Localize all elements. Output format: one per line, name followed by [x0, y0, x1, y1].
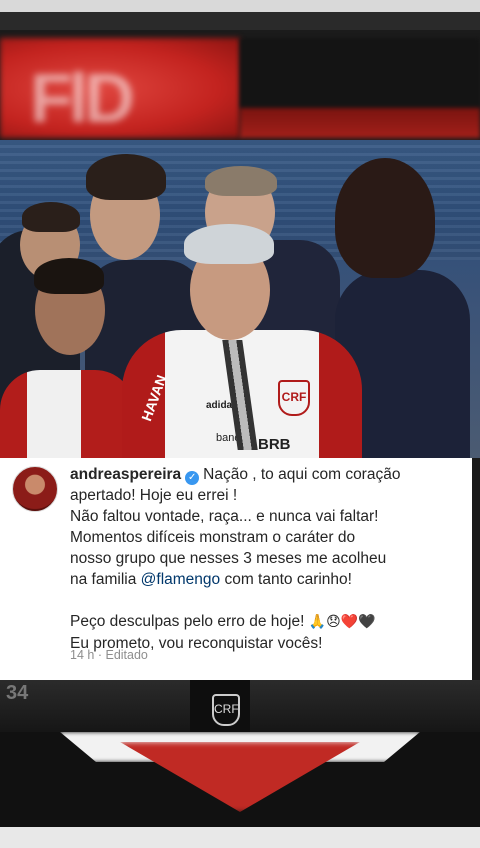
user-avatar[interactable]: [12, 466, 58, 512]
edited-label: Editado: [105, 648, 148, 662]
post-meta: 14 h · Editado: [70, 648, 148, 662]
username-link[interactable]: andreaspereira: [70, 466, 181, 483]
caption-line-1: Nação , to aqui com coração: [203, 466, 401, 483]
caption-line-2: apertado! Hoje eu errei !: [70, 487, 238, 504]
post-photo[interactable]: HAVAN adidas banco BRB CRF: [0, 140, 480, 458]
bottom-background-banner: [0, 732, 480, 848]
caption-line-4: Momentos difíceis monstram o caráter do: [70, 529, 356, 546]
jersey-sponsor-brb: BRB: [258, 436, 291, 453]
jersey-number: 34: [6, 682, 29, 704]
mention-flamengo-link[interactable]: @flamengo: [141, 571, 221, 588]
blurred-red-logo: FlD: [0, 38, 240, 138]
blurred-dark-panel: [240, 38, 480, 138]
meta-separator: ·: [97, 648, 102, 662]
photo-bottom-strip: 34 CRF: [0, 680, 480, 732]
caption-line-5: nosso grupo que nesses 3 meses me acolhe…: [70, 550, 387, 567]
player-left: [0, 370, 135, 458]
verified-badge-icon: ✓: [185, 471, 200, 485]
post-caption-card: andreaspereira ✓ Nação , to aqui com coraç…: [0, 458, 472, 680]
caption-text: andreaspereira ✓ Nação , to aqui com coraç…: [70, 464, 460, 654]
crest-small-icon: CRF: [212, 694, 240, 726]
post-timestamp[interactable]: 14 h: [70, 648, 94, 662]
top-background-banner: FlD: [0, 0, 480, 140]
caption-line-6a: na familia: [70, 571, 141, 588]
caption-line-7: Peço desculpas pelo erro de hoje!: [70, 613, 309, 630]
emoji-sequence: 🙏😞❤️🖤: [308, 614, 376, 630]
caption-line-6b: com tanto carinho!: [220, 571, 352, 588]
flamengo-crest-icon: CRF: [278, 380, 310, 416]
caption-line-3: Não faltou vontade, raça... e nunca vai …: [70, 508, 379, 525]
